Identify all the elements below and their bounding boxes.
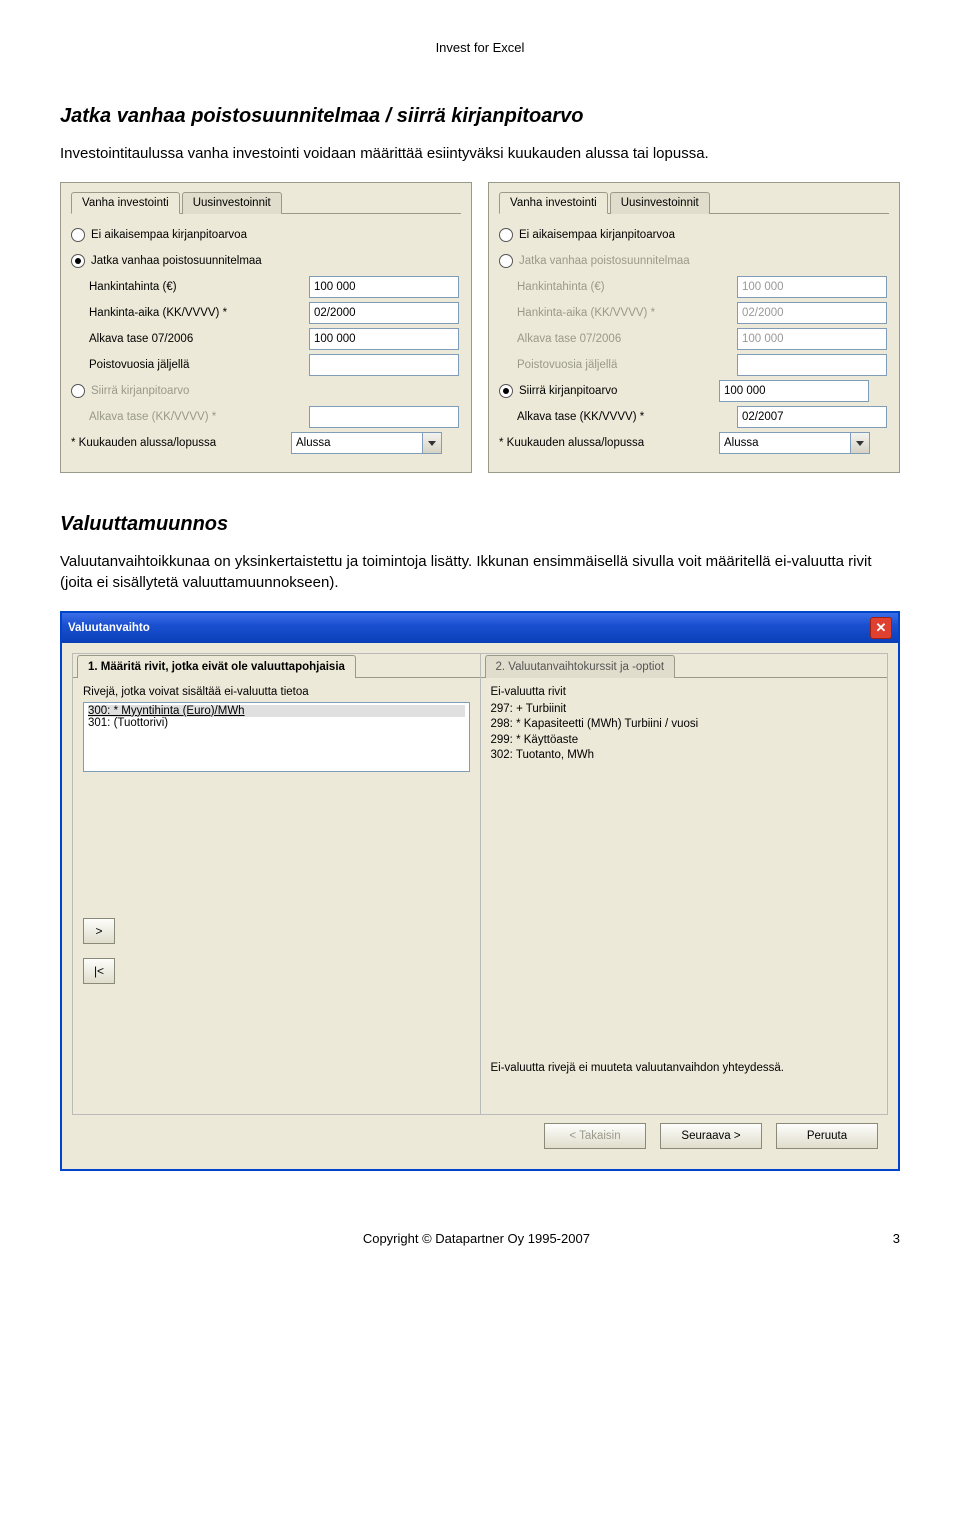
tab-old-investment[interactable]: Vanha investointi: [71, 192, 180, 214]
move-right-button[interactable]: >: [83, 918, 115, 944]
label-opening: Alkava tase 07/2006: [499, 333, 737, 345]
list-item: 299: * Käyttöaste: [491, 733, 878, 749]
input-opening2[interactable]: 02/2007: [737, 406, 887, 428]
old-investment-panel-b: Vanha investointi Uusinvestoinnit Ei aik…: [488, 182, 900, 473]
dialog-tab-step1[interactable]: 1. Määritä rivit, jotka eivät ole valuut…: [77, 655, 356, 678]
input-years[interactable]: [309, 354, 459, 376]
list-item: 298: * Kapasiteetti (MWh) Turbiini / vuo…: [491, 717, 878, 733]
label-cost: Hankintahinta (€): [499, 281, 737, 293]
radio-no-prev[interactable]: [499, 228, 513, 242]
list-item: 297: + Turbiinit: [491, 702, 878, 718]
label-opening: Alkava tase 07/2006: [71, 333, 309, 345]
dialog-tab-step2[interactable]: 2. Valuutanvaihtokurssit ja -optiot: [485, 655, 676, 678]
dialog-bottom-note: Ei-valuutta rivejä ei muuteta valuutanva…: [491, 1062, 878, 1074]
next-button[interactable]: Seuraava >: [660, 1123, 762, 1149]
label-years: Poistovuosia jäljellä: [499, 359, 737, 371]
right-list: 297: + Turbiinit 298: * Kapasiteetti (MW…: [491, 702, 878, 764]
input-opening[interactable]: 100 000: [309, 328, 459, 350]
move-left-button[interactable]: |<: [83, 958, 115, 984]
month-combo-value: Alussa: [719, 432, 850, 454]
chevron-down-icon[interactable]: [850, 432, 870, 454]
label-time: Hankinta-aika (KK/VVVV) *: [71, 307, 309, 319]
radio-continue-label: Jatka vanhaa poistosuunnitelmaa: [91, 255, 262, 267]
section1-paragraph: Investointitaulussa vanha investointi vo…: [60, 144, 900, 164]
input-years: [737, 354, 887, 376]
page-number: 3: [893, 1231, 900, 1246]
label-time: Hankinta-aika (KK/VVVV) *: [499, 307, 737, 319]
note-month: * Kuukauden alussa/lopussa: [71, 437, 291, 449]
list-item[interactable]: 300: * Myyntihinta (Euro)/MWh: [88, 705, 465, 717]
month-combo[interactable]: Alussa: [291, 432, 442, 454]
radio-no-prev-label: Ei aikaisempaa kirjanpitoarvoa: [91, 229, 247, 241]
input-opening: 100 000: [737, 328, 887, 350]
list-item: 302: Tuotanto, MWh: [491, 748, 878, 764]
label-opening2: Alkava tase (KK/VVVV) *: [71, 411, 309, 423]
radio-continue[interactable]: [71, 254, 85, 268]
tab-new-investments[interactable]: Uusinvestoinnit: [610, 192, 710, 214]
currency-dialog: Valuutanvaihto ✕ 1. Määritä rivit, jotka…: [60, 611, 900, 1171]
section2-heading: Valuuttamuunnos: [60, 513, 900, 536]
radio-no-prev-label: Ei aikaisempaa kirjanpitoarvoa: [519, 229, 675, 241]
input-transfer-amt[interactable]: 100 000: [719, 380, 869, 402]
tab-new-investments[interactable]: Uusinvestoinnit: [182, 192, 282, 214]
label-years: Poistovuosia jäljellä: [71, 359, 309, 371]
back-button: < Takaisin: [544, 1123, 646, 1149]
section1-heading: Jatka vanhaa poistosuunnitelmaa / siirrä…: [60, 105, 900, 128]
label-opening2: Alkava tase (KK/VVVV) *: [499, 411, 737, 423]
close-icon[interactable]: ✕: [870, 617, 892, 639]
radio-continue-label: Jatka vanhaa poistosuunnitelmaa: [519, 255, 690, 267]
input-time[interactable]: 02/2000: [309, 302, 459, 324]
input-time: 02/2000: [737, 302, 887, 324]
radio-transfer[interactable]: [71, 384, 85, 398]
radio-no-prev[interactable]: [71, 228, 85, 242]
page-header: Invest for Excel: [60, 40, 900, 55]
note-month: * Kuukauden alussa/lopussa: [499, 437, 719, 449]
dialog-title: Valuutanvaihto: [68, 622, 150, 634]
section2-paragraph: Valuutanvaihtoikkunaa on yksinkertaistet…: [60, 552, 900, 593]
cancel-button[interactable]: Peruuta: [776, 1123, 878, 1149]
input-cost: 100 000: [737, 276, 887, 298]
input-opening2: [309, 406, 459, 428]
radio-transfer-label: Siirrä kirjanpitoarvo: [91, 385, 189, 397]
footer-copyright: Copyright © Datapartner Oy 1995-2007: [363, 1231, 590, 1246]
label-cost: Hankintahinta (€): [71, 281, 309, 293]
input-cost[interactable]: 100 000: [309, 276, 459, 298]
right-list-caption: Ei-valuutta rivit: [491, 686, 878, 698]
month-combo-value: Alussa: [291, 432, 422, 454]
chevron-down-icon[interactable]: [422, 432, 442, 454]
left-list-caption: Rivejä, jotka voivat sisältää ei-valuutt…: [83, 686, 470, 698]
radio-transfer[interactable]: [499, 384, 513, 398]
old-investment-panel-a: Vanha investointi Uusinvestoinnit Ei aik…: [60, 182, 472, 473]
radio-continue[interactable]: [499, 254, 513, 268]
tab-old-investment[interactable]: Vanha investointi: [499, 192, 608, 214]
radio-transfer-label: Siirrä kirjanpitoarvo: [519, 385, 617, 397]
month-combo[interactable]: Alussa: [719, 432, 870, 454]
left-listbox[interactable]: 300: * Myyntihinta (Euro)/MWh 301: (Tuot…: [83, 702, 470, 772]
list-item[interactable]: 301: (Tuottorivi): [88, 717, 465, 729]
